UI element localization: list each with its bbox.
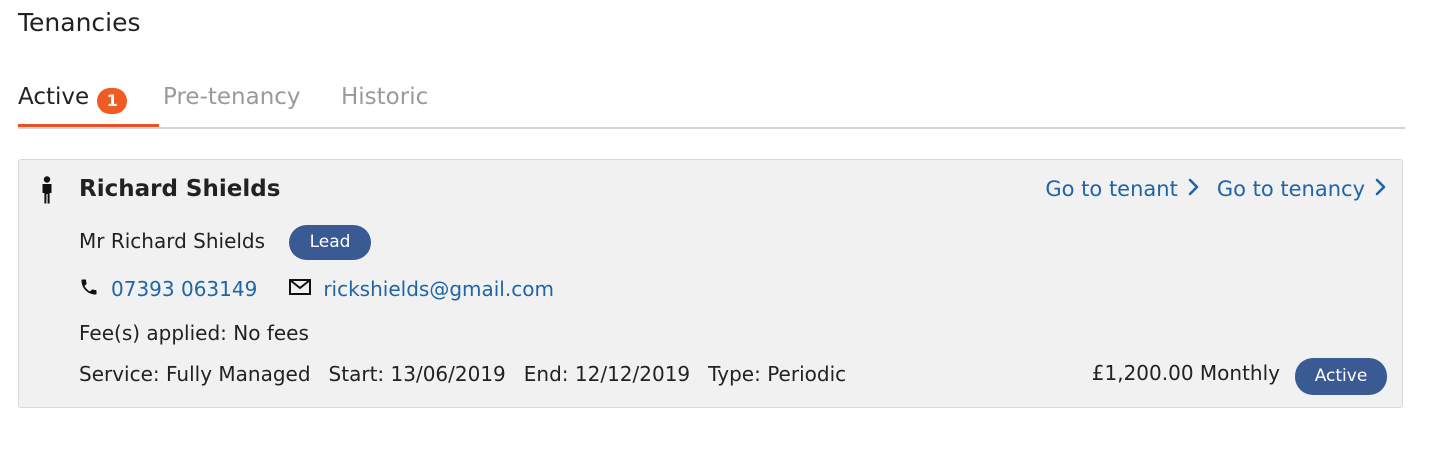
service-text: Service: Fully Managed [79,362,311,386]
phone-link[interactable]: 07393 063149 [111,277,257,301]
status-badge: Active [1295,358,1387,395]
tenancy-details: Service: Fully Managed Start: 13/06/2019… [79,362,846,386]
email-link[interactable]: rickshields@gmail.com [323,277,554,301]
go-to-tenant-link[interactable]: Go to tenant [1045,177,1199,201]
tenancy-card: Richard Shields Go to tenant Go to tenan… [18,159,1403,408]
phone-icon [79,277,99,301]
go-to-tenancy-label: Go to tenancy [1216,177,1365,201]
page-title: Tenancies [18,8,141,37]
tenancy-type-text: Type: Periodic [708,362,847,386]
chevron-right-icon [1375,177,1386,201]
card-links: Go to tenant Go to tenancy [1045,177,1386,201]
tenant-name: Richard Shields [79,176,281,202]
tab-active-label: Active [18,84,90,110]
tab-historic[interactable]: Historic [341,84,428,125]
active-count-badge: 1 [97,88,128,114]
tab-pre-tenancy-label: Pre-tenancy [163,84,301,110]
person-icon [40,176,54,208]
tab-historic-label: Historic [341,84,429,110]
go-to-tenancy-link[interactable]: Go to tenancy [1217,177,1386,201]
tab-pre-tenancy[interactable]: Pre-tenancy [163,84,301,125]
start-date-text: Start: 13/06/2019 [328,362,506,386]
tenancy-tabs: Active 1 Pre-tenancy Historic [18,84,1405,129]
fees-applied: Fee(s) applied: No fees [79,321,309,345]
chevron-right-icon [1188,177,1199,201]
envelope-icon [289,279,312,299]
lead-badge: Lead [289,225,371,260]
go-to-tenant-label: Go to tenant [1045,177,1178,201]
rent-amount: £1,200.00 Monthly [1091,361,1280,385]
contact-row: 07393 063149 rickshields@gmail.com [79,277,554,301]
end-date-text: End: 12/12/2019 [523,362,691,386]
tenant-full-name: Mr Richard Shields [79,229,266,253]
tab-active[interactable]: Active 1 [18,84,159,127]
